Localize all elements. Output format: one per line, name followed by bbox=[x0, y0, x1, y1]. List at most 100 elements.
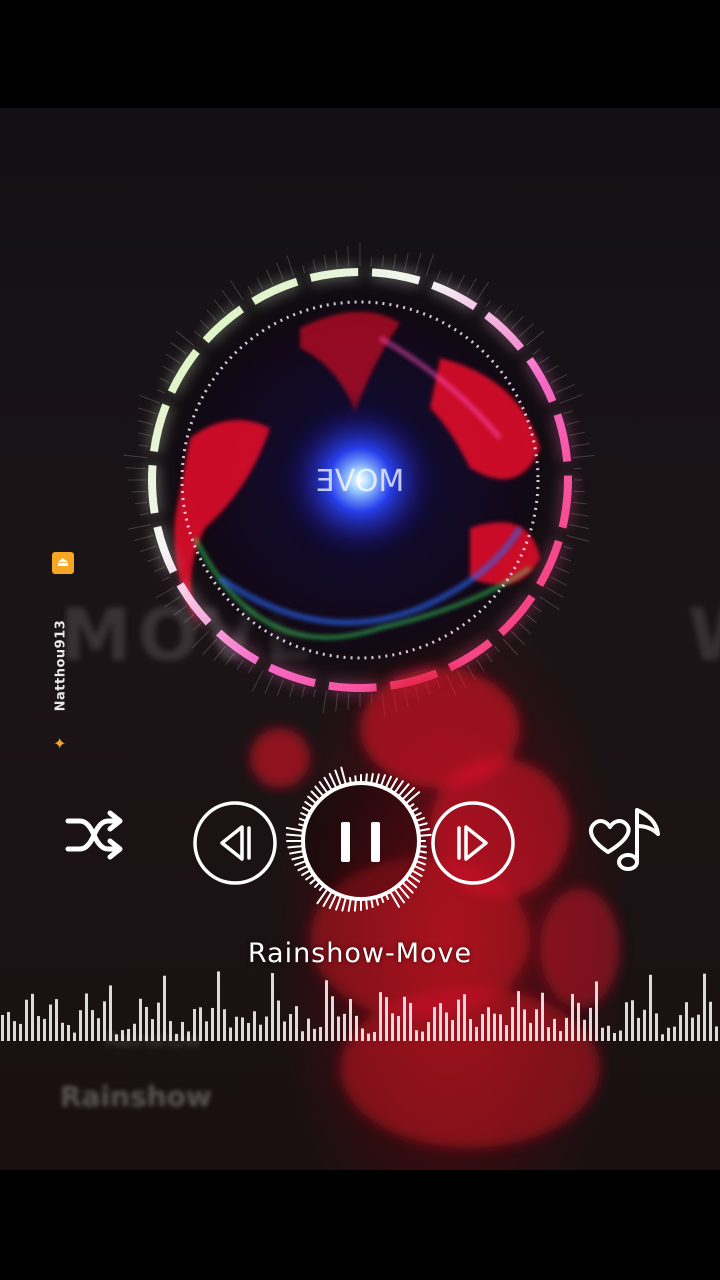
spectrum-bar bbox=[343, 1013, 346, 1041]
spectrum-bar bbox=[235, 1016, 238, 1041]
spectrum-bar bbox=[247, 1022, 250, 1041]
spectrum-bar bbox=[439, 1003, 442, 1041]
spectrum-bar bbox=[601, 1027, 604, 1041]
spectrum-bar bbox=[325, 980, 328, 1041]
spectrum-bar bbox=[301, 1031, 304, 1041]
spectrum-bar bbox=[55, 999, 58, 1041]
spectrum-bar bbox=[697, 1014, 700, 1041]
skip-next-icon bbox=[431, 801, 515, 885]
spectrum-bar bbox=[277, 1000, 280, 1041]
spectrum-bar bbox=[607, 1025, 610, 1041]
spectrum-bar bbox=[535, 1009, 538, 1041]
spectrum-bar bbox=[667, 1027, 670, 1041]
spectrum-bar bbox=[499, 1014, 502, 1041]
spectrum-bar bbox=[97, 1018, 100, 1041]
spectrum-bar bbox=[313, 1028, 316, 1041]
spectrum-bar bbox=[157, 1002, 160, 1041]
spectrum-bar bbox=[151, 1019, 154, 1041]
spectrum-bar bbox=[163, 975, 166, 1041]
spectrum-bar bbox=[61, 1022, 64, 1041]
spectrum-bar bbox=[673, 1026, 676, 1041]
spectrum-bar bbox=[373, 1032, 376, 1041]
spectrum-bar bbox=[409, 1002, 412, 1041]
spectrum-bar bbox=[505, 1025, 508, 1041]
spectrum-bar bbox=[493, 1013, 496, 1041]
spectrum-bar bbox=[295, 1006, 298, 1041]
spectrum-bar bbox=[103, 1001, 106, 1041]
spectrum-bar bbox=[13, 1021, 16, 1041]
spectrum-bar bbox=[7, 1011, 10, 1041]
spectrum-bar bbox=[253, 1011, 256, 1041]
spectrum-bar bbox=[715, 1026, 718, 1041]
spectrum-bar bbox=[625, 1002, 628, 1041]
center-logo-text: MOVE bbox=[316, 464, 404, 499]
spectrum-bar bbox=[589, 1007, 592, 1041]
spectrum-bar bbox=[451, 1019, 454, 1041]
spectrum-bar bbox=[487, 1007, 490, 1041]
spectrum-bar bbox=[649, 974, 652, 1041]
spectrum-bar bbox=[139, 998, 142, 1041]
spectrum-bar bbox=[67, 1024, 70, 1041]
shuffle-button[interactable] bbox=[62, 803, 126, 867]
spectrum-bar bbox=[475, 1026, 478, 1041]
spectrum-bar bbox=[379, 992, 382, 1041]
spectrum-bar bbox=[445, 1012, 448, 1041]
spectrum-bar bbox=[469, 1019, 472, 1041]
pause-icon bbox=[285, 766, 432, 912]
spectrum-bar bbox=[73, 1032, 76, 1041]
watermark-username: Natthou913 bbox=[53, 619, 69, 712]
spectrum-bar bbox=[547, 1027, 550, 1041]
favorite-button[interactable] bbox=[586, 798, 666, 878]
spectrum-bar bbox=[577, 1002, 580, 1041]
spectrum-bar bbox=[427, 1022, 430, 1041]
spectrum-bar bbox=[433, 1007, 436, 1041]
spectrum-bar bbox=[85, 993, 88, 1041]
spectrum-bar bbox=[463, 994, 466, 1041]
spectrum-bar bbox=[19, 1023, 22, 1041]
spectrum-bar bbox=[205, 1021, 208, 1041]
spectrum-bar bbox=[43, 1018, 46, 1041]
play-pause-button[interactable] bbox=[285, 766, 436, 916]
spectrum-bar bbox=[289, 1014, 292, 1041]
spectrum-bar bbox=[259, 1024, 262, 1041]
spectrum-bar bbox=[397, 1015, 400, 1041]
next-button[interactable] bbox=[430, 800, 516, 886]
spectrum-bar bbox=[181, 1021, 184, 1041]
spectrum-bar bbox=[685, 1002, 688, 1041]
spectrum-bar bbox=[679, 1015, 682, 1041]
spectrum-bar bbox=[1, 1015, 4, 1041]
spectrum-bar bbox=[613, 1033, 616, 1041]
spectrum-bar bbox=[481, 1014, 484, 1041]
spectrum-bar bbox=[115, 1034, 118, 1041]
spectrum-bar bbox=[271, 973, 274, 1041]
spectrum-bar bbox=[223, 1009, 226, 1041]
spectrum-bar bbox=[559, 1031, 562, 1041]
spectrum-bar bbox=[421, 1031, 424, 1041]
spectrum-bar bbox=[565, 1017, 568, 1041]
spectrum-bar bbox=[331, 996, 334, 1041]
spectrum-bar bbox=[457, 999, 460, 1041]
spectrum-bar bbox=[241, 1017, 244, 1041]
player-controls bbox=[0, 748, 720, 928]
spectrum-bar bbox=[169, 1021, 172, 1041]
spectrum-bar bbox=[541, 992, 544, 1041]
spectrum-bar bbox=[571, 993, 574, 1041]
spectrum-bar bbox=[529, 1022, 532, 1041]
spectrum-bar bbox=[523, 1009, 526, 1041]
spectrum-bar bbox=[37, 1016, 40, 1041]
spectrum-bar bbox=[175, 1033, 178, 1041]
spectrum-bar bbox=[229, 1027, 232, 1041]
spectrum-bar bbox=[307, 1018, 310, 1041]
shuffle-icon bbox=[65, 810, 123, 860]
heart-music-note-icon bbox=[589, 808, 660, 871]
spectrum-bar bbox=[193, 1009, 196, 1041]
spectrum-bar bbox=[415, 1030, 418, 1041]
spectrum-bar bbox=[109, 985, 112, 1041]
spectrum-bar bbox=[637, 1017, 640, 1041]
spectrum-bar bbox=[217, 971, 220, 1041]
spectrum-bar bbox=[145, 1006, 148, 1041]
previous-button[interactable] bbox=[192, 800, 278, 886]
spectrum-bar bbox=[403, 996, 406, 1041]
spectrum-bar bbox=[355, 1015, 358, 1041]
audio-spectrum-bars bbox=[1, 971, 718, 1041]
